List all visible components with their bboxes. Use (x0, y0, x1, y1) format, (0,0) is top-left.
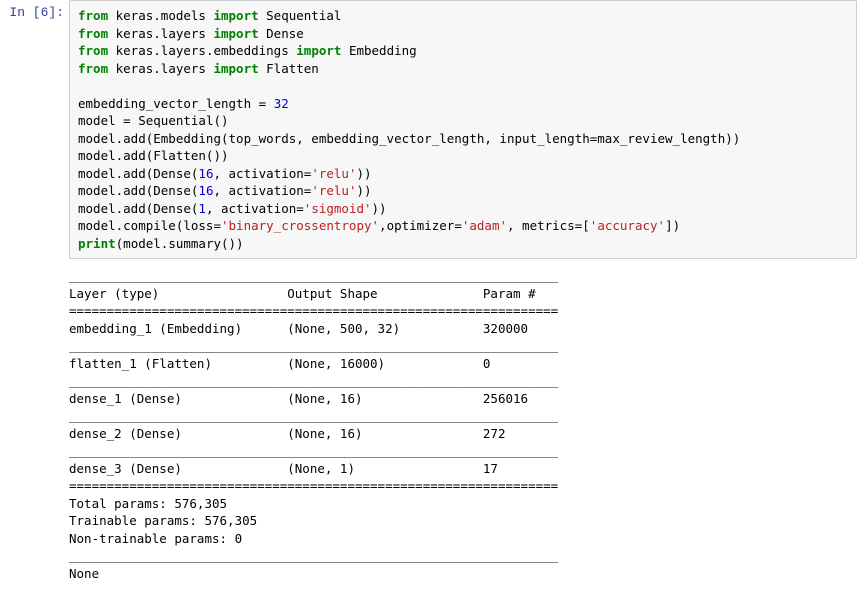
code-block: from keras.models import Sequential from… (78, 7, 848, 252)
code-cell: In [6]: from keras.models import Sequent… (0, 0, 865, 259)
input-prompt: In [6]: (0, 0, 69, 259)
output-area: ________________________________________… (69, 259, 857, 590)
output-prompt (0, 259, 69, 590)
code-input-area[interactable]: from keras.models import Sequential from… (69, 0, 857, 259)
model-summary-output: ________________________________________… (69, 267, 849, 582)
output-cell: ________________________________________… (0, 259, 865, 590)
